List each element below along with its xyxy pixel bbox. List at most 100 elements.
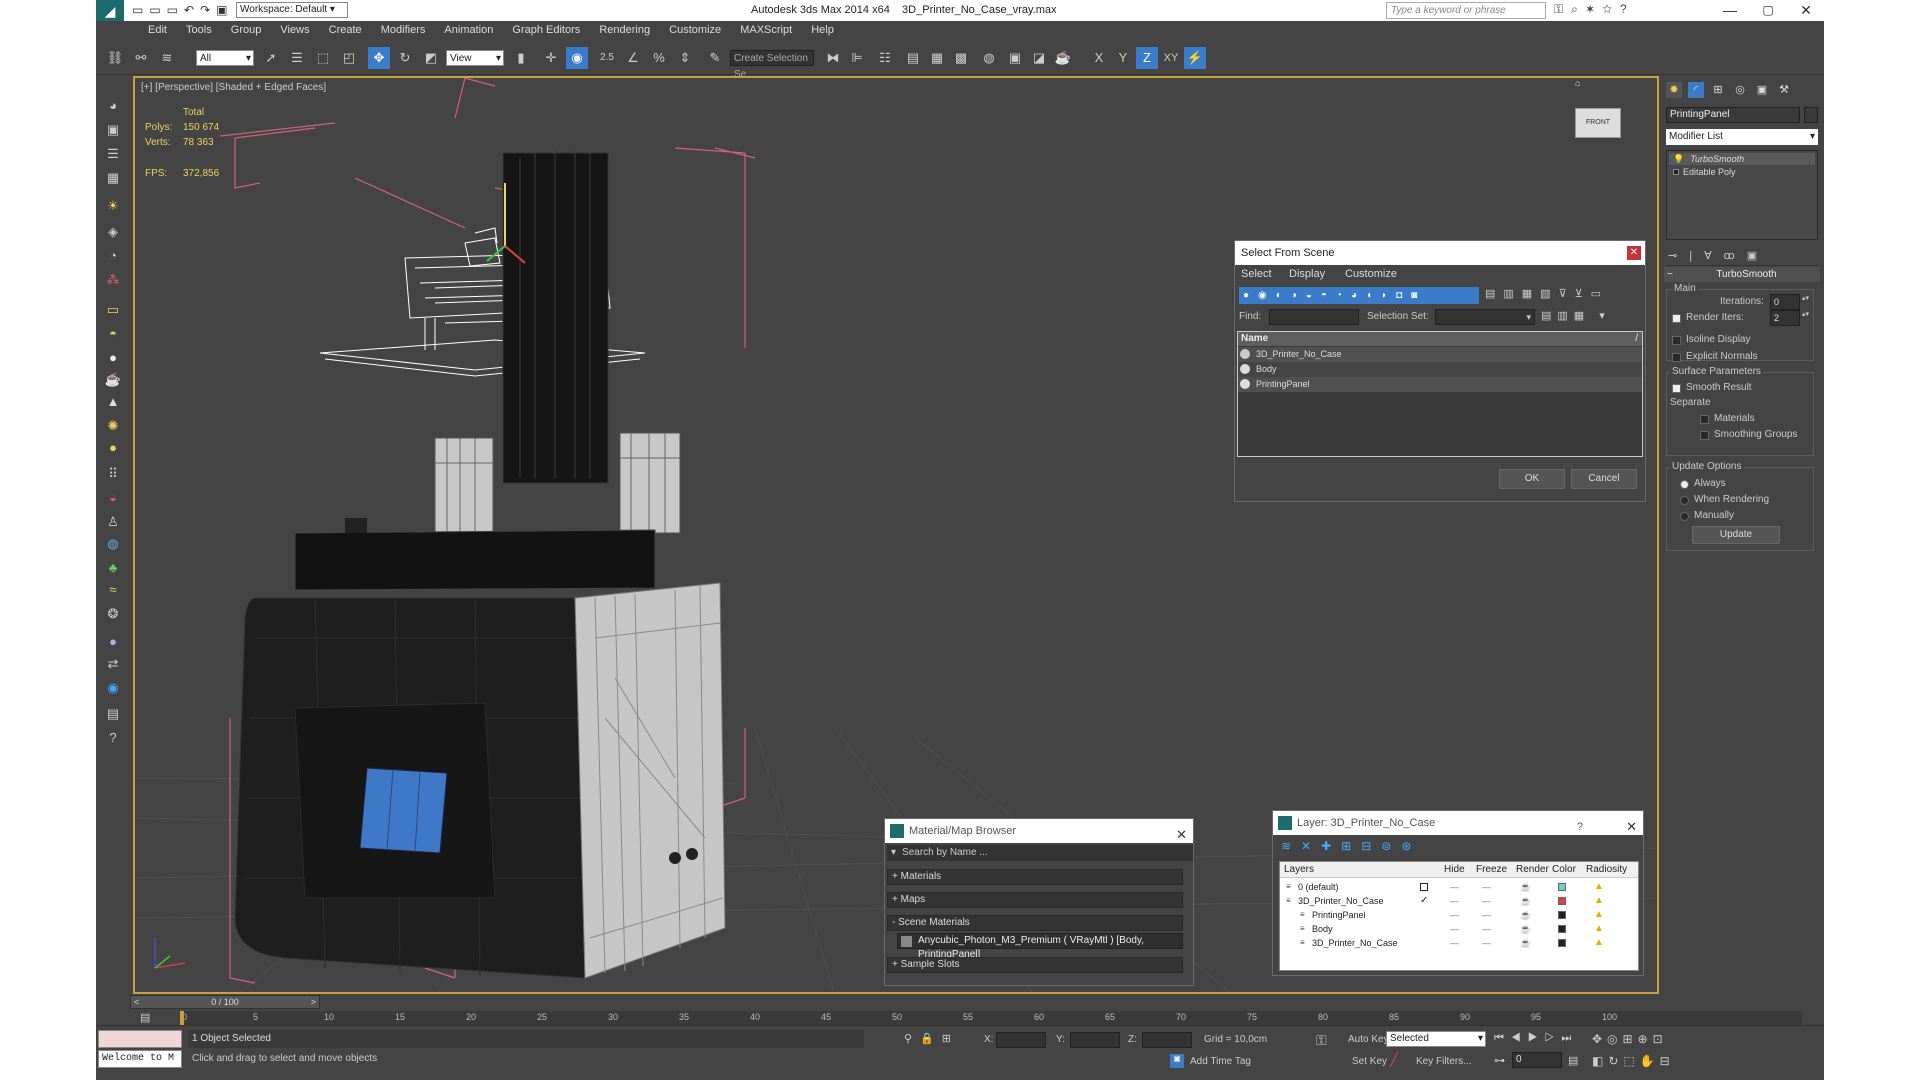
object-name-field[interactable]: PrintingPanel: [1666, 107, 1800, 123]
menu-tools[interactable]: Tools: [178, 21, 220, 41]
layer-expand-icon[interactable]: ≡: [1300, 922, 1305, 936]
bind-space-warp-icon[interactable]: ≋: [156, 47, 178, 69]
viewcube-home-icon[interactable]: ⌂: [1575, 78, 1580, 88]
window-crossing-icon[interactable]: ◰: [338, 47, 360, 69]
dynamics-icon[interactable]: ◒: [102, 487, 124, 509]
select-object-icon[interactable]: ➚: [260, 47, 282, 69]
always-radio[interactable]: [1680, 480, 1689, 489]
col-hide[interactable]: Hide: [1444, 862, 1465, 878]
layer-hide-toggle[interactable]: —: [1450, 936, 1459, 950]
camera-icon[interactable]: ◈: [102, 221, 124, 243]
sfs-cancel-button[interactable]: Cancel: [1571, 469, 1637, 489]
plant-icon[interactable]: ♣: [102, 557, 124, 579]
axis-z-button[interactable]: Z: [1136, 47, 1158, 69]
modify-tab-icon[interactable]: ◜: [1688, 82, 1704, 98]
track-bar[interactable]: 0 5 10 15 20 25 30 35 40 45 50 55 60 65 70 75 80 85 90 95 10…: [180, 1011, 1802, 1025]
iterations-spinner-arrows[interactable]: ▴▾: [1802, 294, 1809, 302]
col-layers[interactable]: Layers: [1284, 862, 1314, 878]
col-radiosity[interactable]: Radiosity: [1586, 862, 1627, 878]
status-lock-icons[interactable]: ⚲🔒⊞: [904, 1032, 959, 1045]
key-mode-dropdown[interactable]: Selected ▾: [1386, 1031, 1486, 1047]
layer-radiosity-icon[interactable]: ▲: [1594, 894, 1604, 908]
material-editor-icon[interactable]: ◍: [978, 47, 1000, 69]
explicit-normals-checkbox[interactable]: [1672, 353, 1681, 362]
globe-icon[interactable]: ◍: [102, 533, 124, 555]
viewport-label[interactable]: [+] [Perspective] [Shaded + Edged Faces]: [141, 82, 326, 93]
isoline-checkbox[interactable]: [1672, 336, 1681, 345]
link-icon[interactable]: ⛓: [104, 47, 126, 69]
layer-radiosity-icon[interactable]: ▲: [1594, 908, 1604, 922]
utilities-tab-icon[interactable]: ⚒: [1776, 82, 1792, 98]
unlink-icon[interactable]: ⚯: [130, 47, 152, 69]
layer-freeze-toggle[interactable]: —: [1482, 880, 1491, 894]
modifier-list-dropdown[interactable]: Modifier List ▾: [1666, 129, 1818, 145]
sfs-item[interactable]: Body: [1238, 362, 1642, 377]
layer-render-toggle[interactable]: ☕: [1520, 894, 1531, 908]
set-key-button[interactable]: Set Key: [1352, 1056, 1387, 1067]
mmb-search-input[interactable]: ▾ Search by Name ...: [887, 845, 1193, 861]
current-layer-box[interactable]: [1420, 883, 1428, 891]
layer-render-toggle[interactable]: ☕: [1520, 908, 1531, 922]
layer-close-button[interactable]: ✕: [1626, 815, 1637, 839]
when-rendering-radio[interactable]: [1680, 496, 1689, 505]
container-icon[interactable]: ▤: [102, 703, 124, 725]
angle-snap-icon[interactable]: ∠: [622, 47, 644, 69]
layer-expand-icon[interactable]: ≡: [1286, 880, 1291, 894]
percent-snap-icon[interactable]: %: [648, 47, 670, 69]
close-button[interactable]: ✕: [1788, 0, 1824, 21]
hierarchy-tab-icon[interactable]: ⊞: [1710, 82, 1726, 98]
hair-icon[interactable]: ≈: [102, 579, 124, 601]
stack-tools[interactable]: ⊸|∀ꝏ▣: [1668, 249, 1818, 263]
layer-freeze-toggle[interactable]: —: [1482, 936, 1491, 950]
select-move-icon[interactable]: ✥: [368, 47, 390, 69]
dots-icon[interactable]: ⠿: [102, 463, 124, 485]
layer-hide-toggle[interactable]: —: [1450, 908, 1459, 922]
render-iters-spinner-arrows[interactable]: ▴▾: [1802, 310, 1809, 318]
select-from-scene-close-button[interactable]: ✕: [1627, 246, 1641, 260]
edit-named-selection-icon[interactable]: ✎: [704, 47, 726, 69]
sfs-item[interactable]: 3D_Printer_No_Case: [1238, 347, 1642, 362]
iterations-spinner[interactable]: 0: [1770, 294, 1800, 310]
layer-color-swatch[interactable]: [1558, 911, 1566, 919]
mmb-sample-slots-section[interactable]: + Sample Slots: [887, 957, 1183, 973]
layer-row[interactable]: 3D_Printer_No_Case ≡ — — ☕ ▲ ✓: [1280, 894, 1638, 908]
time-next-icon[interactable]: >: [311, 996, 319, 1008]
key-icon[interactable]: ⚿: [1316, 1032, 1338, 1049]
graphite-ribbon-icon[interactable]: ▤: [902, 47, 924, 69]
layer-radiosity-icon[interactable]: ▲: [1594, 936, 1604, 950]
col-freeze[interactable]: Freeze: [1476, 862, 1507, 878]
workspace-dropdown[interactable]: Workspace: Default ▾: [236, 2, 348, 18]
layer-hide-toggle[interactable]: —: [1450, 922, 1459, 936]
sfs-menu-display[interactable]: Display: [1289, 268, 1325, 280]
create-tab-icon[interactable]: ✸: [1666, 82, 1682, 98]
sfs-type-filter-icons[interactable]: ●◉◐◑◒◓◔◕◖◗◘◙: [1239, 287, 1479, 304]
sfs-selection-set-dropdown[interactable]: ▾: [1435, 309, 1535, 325]
y-coord-field[interactable]: [1070, 1032, 1120, 1048]
layer-freeze-toggle[interactable]: —: [1482, 894, 1491, 908]
manipulate-icon[interactable]: ✛: [540, 47, 562, 69]
mini-curve-editor-icon[interactable]: ▤: [140, 1011, 160, 1025]
curve-editor-icon[interactable]: ▦: [926, 47, 948, 69]
spiral-icon[interactable]: ❂: [102, 603, 124, 625]
help-icon[interactable]: ?: [102, 727, 124, 749]
layer-manager-icon[interactable]: ☷: [874, 47, 896, 69]
render-icon[interactable]: ▣: [102, 119, 124, 141]
menu-edit[interactable]: Edit: [140, 21, 175, 41]
layer-row[interactable]: 0 (default) ≡ — — ☕ ▲: [1280, 880, 1638, 894]
menu-modifiers[interactable]: Modifiers: [373, 21, 434, 41]
pivot-center-icon[interactable]: ▮: [510, 47, 532, 69]
menu-graph-editors[interactable]: Graph Editors: [504, 21, 588, 41]
layer-radiosity-icon[interactable]: ▲: [1594, 880, 1604, 894]
viewcube[interactable]: FRONT: [1575, 108, 1621, 138]
smooth-result-checkbox[interactable]: [1672, 384, 1681, 393]
layer-color-swatch[interactable]: [1558, 897, 1566, 905]
layer-row[interactable]: PrintingPanel ≡ — — ☕ ▲: [1280, 908, 1638, 922]
time-prev-icon[interactable]: <: [131, 996, 139, 1008]
particles-icon[interactable]: ⁂: [102, 269, 124, 291]
layer-radiosity-icon[interactable]: ▲: [1594, 922, 1604, 936]
keyboard-shortcut-override-icon[interactable]: ◉: [566, 47, 588, 69]
active-layer-check-icon[interactable]: ✓: [1420, 894, 1428, 908]
sun-icon[interactable]: ✺: [102, 415, 124, 437]
sfs-view-icons[interactable]: ▤▥▦▧⊽⊻▭: [1485, 287, 1609, 300]
layer-freeze-toggle[interactable]: —: [1482, 922, 1491, 936]
